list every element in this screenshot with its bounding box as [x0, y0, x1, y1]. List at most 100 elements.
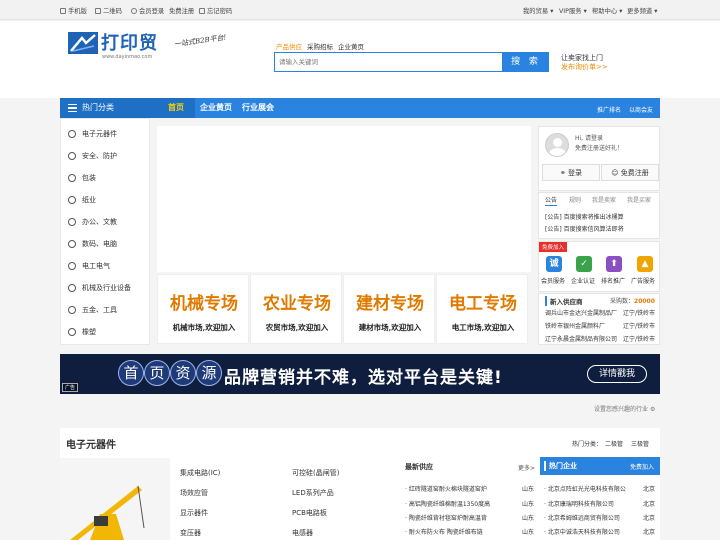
register-gift-text: 免费注册送好礼！	[575, 145, 624, 152]
sidebar-item-security[interactable]: 安全、防护	[61, 145, 149, 167]
member-login-link[interactable]: 会员登录	[131, 6, 164, 15]
ranking-label[interactable]: 排名推广	[601, 276, 625, 285]
logo-text[interactable]: 打印贸	[101, 29, 158, 55]
hot-company-location: 北京	[643, 486, 656, 493]
new-suppliers-title: 新入供应商	[545, 296, 583, 306]
search-tab-companies[interactable]: 企业黄页	[338, 41, 364, 51]
nav-company-directory[interactable]: 企业黄页	[197, 98, 235, 118]
supplier-row[interactable]: 铁岭市银州金属颜料厂	[545, 321, 605, 330]
help-center-link[interactable]: 帮助中心 ▾	[592, 6, 622, 15]
sidebar-item-digital[interactable]: 数码、电脑	[61, 233, 149, 255]
market-tile-agriculture[interactable]: 农业专场 农贸市场,欢迎加入	[250, 274, 342, 344]
sidebar-item-machinery[interactable]: 机械及行业设备	[61, 277, 149, 299]
tab-rules[interactable]: 规则	[569, 195, 581, 204]
member-service-label[interactable]: 会员服务	[541, 276, 565, 285]
business-friends-link[interactable]: 以商会友	[629, 105, 653, 114]
hot-company-location: 北京	[643, 529, 656, 536]
hot-company-item[interactable]: · 北京希姆维远商贸有限公司	[544, 513, 620, 522]
sidebar-item-hardware[interactable]: 五金、工具	[61, 299, 149, 321]
ad-service-icon[interactable]: ▲	[637, 256, 653, 272]
latest-supply-item[interactable]: · 红砖隧道窑耐火棉块隧道窑炉	[405, 484, 487, 493]
box-icon	[68, 174, 76, 182]
tab-notice[interactable]: 公告	[545, 195, 558, 206]
hot-company-item[interactable]: · 北京中诚浩天科技有限公司	[544, 527, 620, 536]
search-tab-products[interactable]: 产品供应	[276, 41, 302, 51]
latest-supply-item[interactable]: · 耐火布防火布 陶瓷纤维布链	[405, 527, 483, 536]
login-button[interactable]: ⚭ 登录	[542, 164, 600, 181]
menu-icon	[68, 104, 77, 112]
product-category-link[interactable]: 电感器	[292, 528, 313, 538]
hot-company-item[interactable]: · 北京点阵虹光光电科技有限公	[544, 484, 626, 493]
pen-icon	[68, 218, 76, 226]
hot-category-menu[interactable]: 热门分类	[60, 98, 157, 118]
sidebar-item-office[interactable]: 办公、文教	[61, 211, 149, 233]
market-tile-building[interactable]: 建材专场 建材市场,欢迎加入	[343, 274, 435, 344]
notice-item[interactable]: [公告] 百度搜索将推出冰桶算	[545, 212, 624, 221]
promotion-rank-link[interactable]: 推广排名	[597, 105, 621, 114]
product-category-link[interactable]: 集成电路(IC)	[180, 468, 220, 478]
sidebar-item-electrical[interactable]: 电工电气	[61, 255, 149, 277]
more-channels-link[interactable]: 更多频道 ▾	[627, 6, 657, 15]
product-category-link[interactable]: 显示器件	[180, 508, 208, 518]
hot-company-location: 北京	[643, 515, 656, 522]
my-trade-link[interactable]: 我的贸易 ▾	[523, 6, 553, 15]
hot-company-item[interactable]: · 北京康瑞明科技有限公司	[544, 499, 614, 508]
banner-details-button[interactable]: 详情戳我	[587, 365, 647, 383]
hot-category-label: 热门分类：	[572, 441, 603, 448]
nav-trade-shows[interactable]: 行业展会	[238, 98, 278, 118]
forgot-password-link[interactable]: 忘记密码	[199, 6, 232, 15]
qrcode-link[interactable]: 二维码	[95, 6, 122, 15]
banner-char: 资	[170, 360, 196, 386]
market-tile-electrical[interactable]: 电工专场 电工市场,欢迎加入	[436, 274, 528, 344]
notice-item[interactable]: [公告] 百度搜索信风算法即将	[545, 224, 624, 233]
tab-seller[interactable]: 我是卖家	[592, 195, 616, 204]
ad-service-label[interactable]: 广告服务	[631, 276, 655, 285]
product-category-link[interactable]: PCB电路板	[292, 508, 327, 518]
crane-image[interactable]	[60, 458, 170, 540]
post-inquiry-link[interactable]: 发布询价单>>	[561, 62, 608, 72]
product-category-link[interactable]: 变压器	[180, 528, 201, 538]
banner-char: 首	[118, 360, 144, 386]
search-tab-purchase[interactable]: 采购招标	[307, 41, 333, 51]
certification-icon[interactable]: ✓	[576, 256, 592, 272]
gear-icon: ⚙	[649, 406, 656, 413]
certification-label[interactable]: 企业认证	[571, 276, 595, 285]
supplier-location: 辽宁/铁岭市	[623, 310, 656, 317]
logo-icon[interactable]	[68, 32, 98, 54]
sidebar-item-packaging[interactable]: 包装	[61, 167, 149, 189]
wrench-icon	[68, 306, 76, 314]
member-service-icon[interactable]: 诚	[546, 256, 562, 272]
ad-banner[interactable]: 首 页 资 源 品牌营销并不难，选对平台是关键! 详情戳我 广告	[60, 354, 660, 394]
user-icon	[131, 8, 137, 14]
vip-service-link[interactable]: VIP服务 ▾	[559, 6, 587, 15]
interest-settings-link[interactable]: 设置您感兴趣的行业 ⚙	[594, 404, 655, 413]
hot-link-diode[interactable]: 二极管	[605, 439, 623, 448]
market-tile-machinery[interactable]: 机械专场 机械市场,欢迎加入	[157, 274, 249, 344]
free-register-link[interactable]: 免费注册	[169, 6, 194, 15]
sidebar-item-electronics[interactable]: 电子元器件	[61, 123, 149, 145]
register-button[interactable]: ☺ 免费注册	[601, 164, 659, 181]
carousel-area[interactable]	[157, 126, 531, 272]
sidebar-item-rubber-plastic[interactable]: 橡塑	[61, 321, 149, 343]
product-category-link[interactable]: 场效应管	[180, 488, 208, 498]
top-bar: 手机版 二维码 会员登录 免费注册 忘记密码 我的贸易 ▾ VIP服务 ▾ 帮助…	[0, 0, 720, 20]
login-prompt[interactable]: Hi, 请登录	[575, 133, 603, 142]
supplier-row[interactable]: 辽宁永晨金属制品有限公司	[545, 334, 617, 343]
hot-companies-join-link[interactable]: 免费加入	[630, 462, 654, 471]
mobile-link[interactable]: 手机版	[60, 6, 87, 15]
electronics-section: 电子元器件 热门分类： 二极管 三极管 集成电路(IC) 可控硅(晶闸管) 场效…	[60, 428, 660, 540]
supplier-location: 辽宁/铁岭市	[623, 336, 656, 343]
tab-buyer[interactable]: 我是买家	[627, 195, 651, 204]
supplier-row[interactable]: 调兵山市金达兴金属制品厂	[545, 308, 617, 317]
sidebar-item-paper[interactable]: 纸业	[61, 189, 149, 211]
search-button[interactable]: 搜 索	[503, 52, 549, 72]
latest-supply-item[interactable]: · 高铝陶瓷纤维棉耐温1350度高	[405, 499, 490, 508]
hot-link-transistor[interactable]: 三极管	[631, 439, 649, 448]
product-category-link[interactable]: LED系列产品	[292, 488, 334, 498]
latest-more-link[interactable]: 更多>	[518, 463, 535, 472]
nav-home[interactable]: 首页	[157, 98, 195, 118]
ranking-icon[interactable]: ⬆	[606, 256, 622, 272]
latest-supply-item[interactable]: · 陶瓷纤维背衬毯窑炉耐高温背	[405, 513, 487, 522]
product-category-link[interactable]: 可控硅(晶闸管)	[292, 468, 339, 478]
search-input[interactable]	[275, 53, 502, 71]
